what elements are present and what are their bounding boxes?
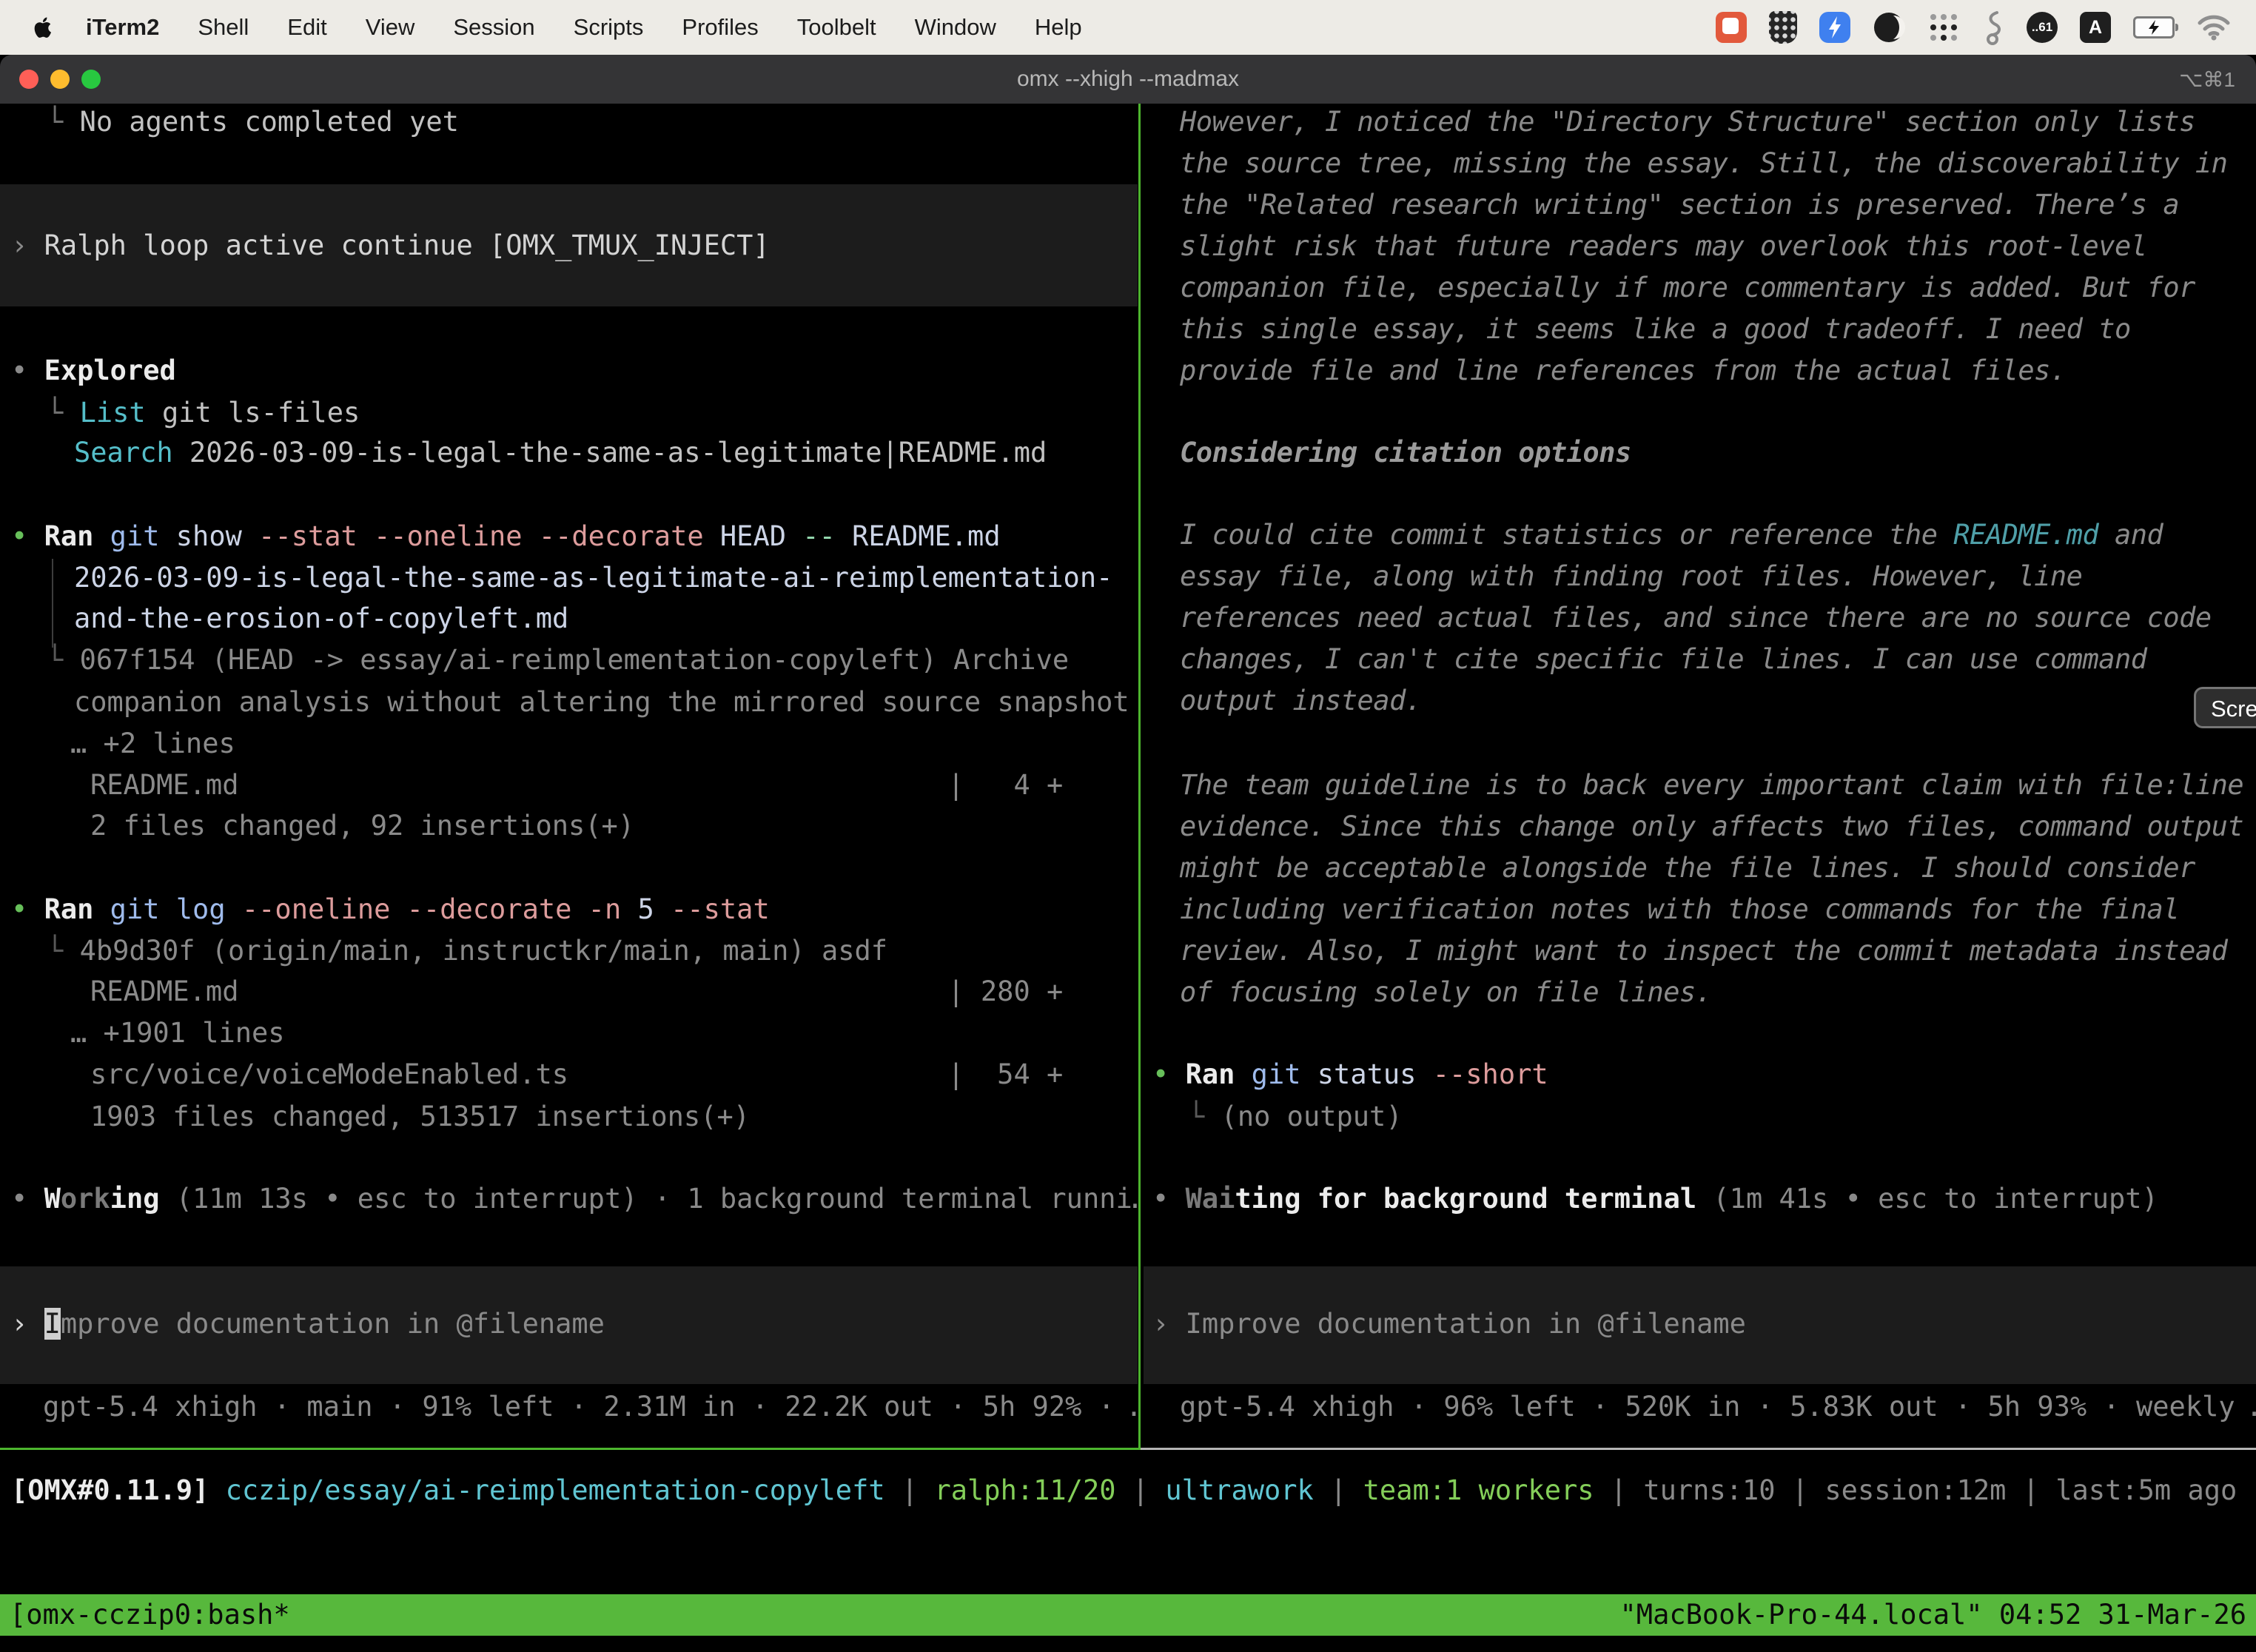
- window-title: omx --xhigh --madmax: [0, 67, 2256, 92]
- chat-icon[interactable]: [1716, 12, 1747, 43]
- thinking-text: might be acceptable alongside the file l…: [1180, 851, 2195, 885]
- menu-item-help[interactable]: Help: [1015, 14, 1101, 41]
- menu-item-profiles[interactable]: Profiles: [662, 14, 777, 41]
- waiting-status-line: • Waiting for background terminal (1m 41…: [1152, 1182, 2158, 1216]
- terminal-line: 2026-03-09-is-legal-the-same-as-legitima…: [74, 561, 1112, 595]
- thinking-text: essay file, along with finding root file…: [1180, 560, 2082, 594]
- terminal-line: └ List git ls-files: [47, 396, 360, 430]
- terminal-line: README.md | 4 +: [90, 768, 1063, 802]
- thinking-text: The team guideline is to back every impo…: [1180, 768, 2243, 802]
- thinking-text: including verification notes with those …: [1180, 893, 2179, 927]
- menu-item-shell[interactable]: Shell: [178, 14, 268, 41]
- terminal-line: … +2 lines: [70, 727, 235, 761]
- thinking-text: references need actual files, and since …: [1180, 601, 2212, 635]
- omx-status-bar: [OMX#0.11.9] cczip/essay/ai-reimplementa…: [11, 1474, 2237, 1508]
- prompt-input-right-text[interactable]: › Improve documentation in @filename: [1152, 1307, 1746, 1341]
- menu-item-window[interactable]: Window: [896, 14, 1015, 41]
- apple-icon: [31, 15, 56, 40]
- tmux-host-clock: "MacBook-Pro-44.local" 04:52 31-Mar-26: [1620, 1594, 2246, 1636]
- screen-tooltip: Scre: [2194, 687, 2256, 728]
- window-title-bar: omx --xhigh --madmax ⌥⌘1: [0, 55, 2256, 104]
- prompt-input-left-text[interactable]: › Improve documentation in @filename: [11, 1307, 605, 1341]
- thinking-text: output instead.: [1180, 684, 1422, 718]
- badge-61-icon[interactable]: ..61: [2027, 12, 2058, 43]
- explored-header: • Explored: [11, 354, 176, 388]
- thinking-text: review. Also, I might want to inspect th…: [1180, 934, 2227, 968]
- thinking-text: the source tree, missing the essay. Stil…: [1180, 147, 2227, 181]
- menu-item-view[interactable]: View: [346, 14, 434, 41]
- thinking-text: the "Related research writing" section i…: [1180, 188, 2179, 222]
- tmux-status-bar: [omx-cczip0:bash* "MacBook-Pro-44.local"…: [0, 1594, 2256, 1636]
- terminal-line: … +1901 lines: [70, 1016, 285, 1050]
- terminal-line: Search 2026-03-09-is-legal-the-same-as-l…: [74, 436, 1047, 470]
- model-status-left: gpt-5.4 xhigh · main · 91% left · 2.31M …: [43, 1390, 1138, 1424]
- tmux-pane-right: However, I noticed the "Directory Struct…: [1144, 104, 2256, 1448]
- terminal-line: README.md | 280 +: [90, 975, 1063, 1009]
- apple-menu[interactable]: [31, 15, 56, 40]
- tmux-session-label: [omx-cczip0:bash*: [10, 1594, 290, 1636]
- battery-icon[interactable]: [2133, 16, 2175, 38]
- terminal-line: └ 4b9d30f (origin/main, instructkr/main,…: [47, 934, 887, 968]
- macos-menu-bar: iTerm2 Shell Edit View Session Scripts P…: [0, 0, 2256, 55]
- terminal-line: └ 067f154 (HEAD -> essay/ai-reimplementa…: [47, 643, 1069, 677]
- shield-grid-icon[interactable]: [1769, 11, 1797, 44]
- menu-item-toolbelt[interactable]: Toolbelt: [778, 14, 896, 41]
- dark-mode-icon[interactable]: [1873, 11, 1905, 44]
- dots-grid-icon[interactable]: [1927, 11, 1960, 44]
- terminal-line: and-the-erosion-of-copyleft.md: [74, 602, 568, 636]
- thinking-text: slight risk that future readers may over…: [1180, 229, 2147, 263]
- thinking-text: evidence. Since this change only affects…: [1180, 810, 2243, 844]
- menu-item-iterm2[interactable]: iTerm2: [67, 14, 178, 41]
- menu-item-edit[interactable]: Edit: [268, 14, 346, 41]
- ran-git-show-line: • Ran git show --stat --oneline --decora…: [11, 520, 1001, 554]
- keyboard-a-icon[interactable]: A: [2080, 12, 2111, 43]
- thinking-text: companion file, especially if more comme…: [1180, 271, 2195, 305]
- terminal-line: companion analysis without altering the …: [74, 685, 1129, 719]
- hex-bolt-icon[interactable]: [1819, 12, 1850, 43]
- thinking-text: this single essay, it seems like a good …: [1180, 312, 2131, 346]
- thinking-text: I could cite commit statistics or refere…: [1180, 518, 2163, 552]
- ran-git-status-line: • Ran git status --short: [1152, 1058, 1548, 1092]
- terminal-line: src/voice/voiceModeEnabled.ts | 54 +: [90, 1058, 1063, 1092]
- hook-icon[interactable]: [1982, 10, 2004, 45]
- window-shortcut-badge: ⌥⌘1: [2179, 67, 2235, 92]
- ran-git-log-line: • Ran git log --oneline --decorate -n 5 …: [11, 893, 770, 927]
- ralph-loop-text: › Ralph loop active continue [OMX_TMUX_I…: [11, 229, 770, 263]
- thinking-text: of focusing solely on file lines.: [1180, 976, 1712, 1010]
- terminal-line: 2 files changed, 92 insertions(+): [90, 809, 634, 843]
- terminal-line: 1903 files changed, 513517 insertions(+): [90, 1100, 750, 1134]
- model-status-right: gpt-5.4 xhigh · 96% left · 520K in · 5.8…: [1180, 1390, 2256, 1424]
- menu-item-session[interactable]: Session: [434, 14, 554, 41]
- pane-bottom-border-left: [0, 1448, 1141, 1450]
- thinking-heading: Considering citation options: [1180, 436, 1631, 470]
- wifi-icon[interactable]: [2197, 14, 2231, 41]
- thinking-text: changes, I can't cite specific file line…: [1180, 642, 2147, 676]
- terminal-line: └ (no output): [1188, 1100, 1403, 1134]
- thinking-text: provide file and line references from th…: [1180, 354, 2067, 388]
- menu-item-scripts[interactable]: Scripts: [554, 14, 663, 41]
- pane-divider[interactable]: [1138, 104, 1141, 1450]
- pane-bottom-border-right: [1141, 1448, 2256, 1450]
- tmux-pane-left: └ No agents completed yet › Ralph loop a…: [0, 104, 1138, 1448]
- terminal-line: └ No agents completed yet: [47, 105, 459, 139]
- thinking-text: However, I noticed the "Directory Struct…: [1180, 105, 2195, 139]
- working-status-line: • Working (11m 13s • esc to interrupt) ·…: [11, 1182, 1138, 1216]
- tree-guide-line: [52, 559, 53, 648]
